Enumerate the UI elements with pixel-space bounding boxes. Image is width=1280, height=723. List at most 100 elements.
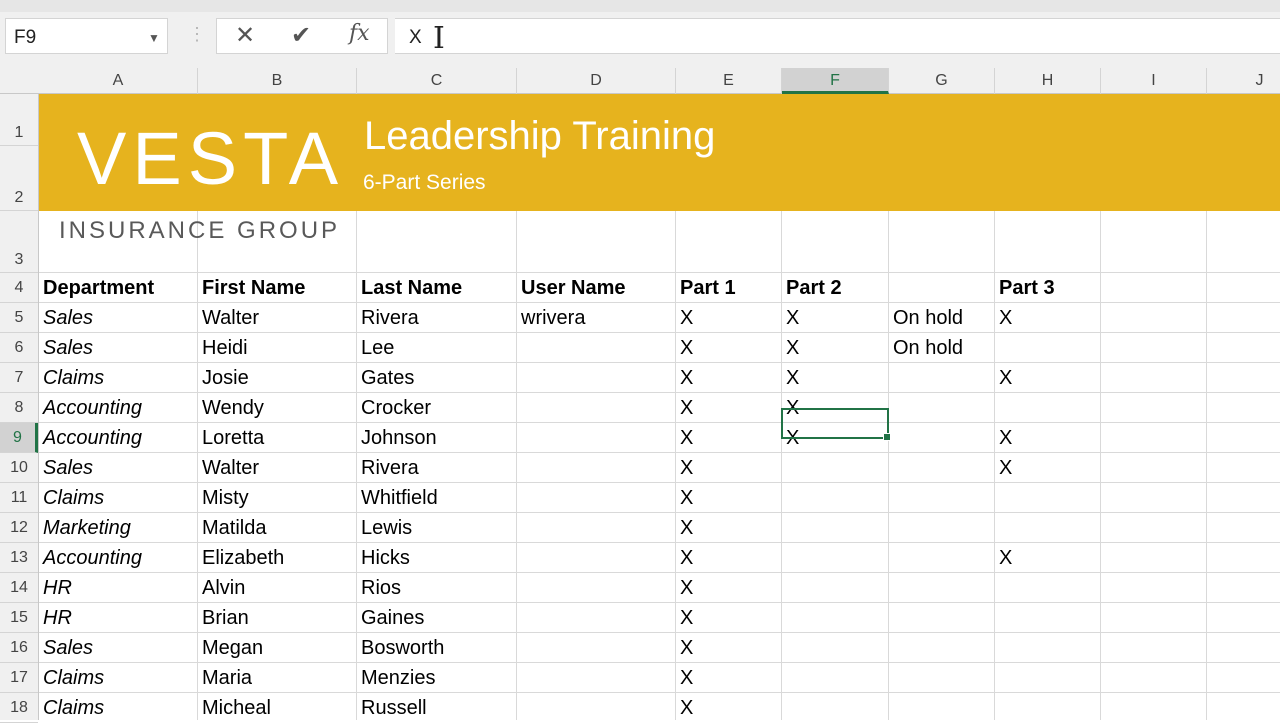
cell-b11[interactable]: Misty [202, 483, 249, 513]
cell-a17[interactable]: Claims [43, 663, 104, 693]
cell-a14[interactable]: HR [43, 573, 72, 603]
chevron-down-icon[interactable]: ▼ [148, 31, 160, 45]
cell-h5[interactable]: X [999, 303, 1012, 333]
cell-h13[interactable]: X [999, 543, 1012, 573]
cell-e9[interactable]: X [680, 423, 693, 453]
cell-b8[interactable]: Wendy [202, 393, 264, 423]
row-header-16[interactable]: 16 [0, 633, 38, 663]
cell-c11[interactable]: Whitfield [361, 483, 438, 513]
grip-icon[interactable]: ⋮ [188, 24, 206, 45]
cell-c14[interactable]: Rios [361, 573, 401, 603]
cell-e7[interactable]: X [680, 363, 693, 393]
cell-e17[interactable]: X [680, 663, 693, 693]
column-header-a[interactable]: A [39, 68, 198, 94]
cell-a16[interactable]: Sales [43, 633, 93, 663]
cell-c8[interactable]: Crocker [361, 393, 431, 423]
cell-b5[interactable]: Walter [202, 303, 259, 333]
cell-h7[interactable]: X [999, 363, 1012, 393]
cell-a8[interactable]: Accounting [43, 393, 142, 423]
cell-g6[interactable]: On hold [893, 333, 963, 363]
cell-e6[interactable]: X [680, 333, 693, 363]
cell-d5[interactable]: wrivera [521, 303, 585, 333]
row-header-3[interactable]: 3 [0, 211, 38, 273]
column-header-g[interactable]: G [889, 68, 995, 94]
cell-b18[interactable]: Micheal [202, 693, 271, 720]
row-header-9[interactable]: 9 [0, 423, 38, 453]
row-header-1[interactable]: 1 [0, 94, 38, 146]
worksheet-grid[interactable]: VESTA Leadership Training 6-Part Series … [39, 94, 1280, 720]
cell-e11[interactable]: X [680, 483, 693, 513]
cell-a6[interactable]: Sales [43, 333, 93, 363]
cell-d4[interactable]: User Name [521, 273, 626, 303]
insert-function-icon[interactable]: fx [349, 21, 370, 46]
cell-f5[interactable]: X [786, 303, 799, 333]
fill-handle[interactable] [883, 433, 891, 441]
cell-e8[interactable]: X [680, 393, 693, 423]
row-header-10[interactable]: 10 [0, 453, 38, 483]
cell-c18[interactable]: Russell [361, 693, 427, 720]
row-header-7[interactable]: 7 [0, 363, 38, 393]
formula-input[interactable]: X I [395, 18, 1280, 56]
column-header-e[interactable]: E [676, 68, 782, 94]
cell-a9[interactable]: Accounting [43, 423, 142, 453]
cell-c17[interactable]: Menzies [361, 663, 435, 693]
cell-h10[interactable]: X [999, 453, 1012, 483]
cell-b9[interactable]: Loretta [202, 423, 264, 453]
cell-c7[interactable]: Gates [361, 363, 414, 393]
cell-b4[interactable]: First Name [202, 273, 305, 303]
cell-b13[interactable]: Elizabeth [202, 543, 284, 573]
cell-c4[interactable]: Last Name [361, 273, 462, 303]
row-header-8[interactable]: 8 [0, 393, 38, 423]
column-header-c[interactable]: C [357, 68, 517, 94]
cell-c9[interactable]: Johnson [361, 423, 437, 453]
name-box[interactable]: F9 ▼ [5, 18, 168, 54]
cell-e10[interactable]: X [680, 453, 693, 483]
row-header-12[interactable]: 12 [0, 513, 38, 543]
cell-a5[interactable]: Sales [43, 303, 93, 333]
cell-e12[interactable]: X [680, 513, 693, 543]
cell-a4[interactable]: Department [43, 273, 154, 303]
cell-b6[interactable]: Heidi [202, 333, 248, 363]
cell-c5[interactable]: Rivera [361, 303, 419, 333]
column-header-f[interactable]: F [782, 68, 889, 94]
column-header-h[interactable]: H [995, 68, 1101, 94]
cell-b12[interactable]: Matilda [202, 513, 266, 543]
row-header-17[interactable]: 17 [0, 663, 38, 693]
cell-a10[interactable]: Sales [43, 453, 93, 483]
row-header-13[interactable]: 13 [0, 543, 38, 573]
row-header-4[interactable]: 4 [0, 273, 38, 303]
cell-f4[interactable]: Part 2 [786, 273, 842, 303]
column-header-j[interactable]: J [1207, 68, 1280, 94]
column-header-b[interactable]: B [198, 68, 357, 94]
cell-e14[interactable]: X [680, 573, 693, 603]
cell-e16[interactable]: X [680, 633, 693, 663]
cell-c15[interactable]: Gaines [361, 603, 424, 633]
cell-c6[interactable]: Lee [361, 333, 394, 363]
cell-b14[interactable]: Alvin [202, 573, 245, 603]
cell-e15[interactable]: X [680, 603, 693, 633]
cell-b10[interactable]: Walter [202, 453, 259, 483]
row-header-14[interactable]: 14 [0, 573, 38, 603]
cell-a15[interactable]: HR [43, 603, 72, 633]
cell-e5[interactable]: X [680, 303, 693, 333]
cell-c12[interactable]: Lewis [361, 513, 412, 543]
cell-b7[interactable]: Josie [202, 363, 249, 393]
row-header-6[interactable]: 6 [0, 333, 38, 363]
cell-e4[interactable]: Part 1 [680, 273, 736, 303]
cell-a7[interactable]: Claims [43, 363, 104, 393]
cell-a12[interactable]: Marketing [43, 513, 131, 543]
row-header-18[interactable]: 18 [0, 693, 38, 723]
cell-b17[interactable]: Maria [202, 663, 252, 693]
row-header-2[interactable]: 2 [0, 146, 38, 211]
cell-e18[interactable]: X [680, 693, 693, 720]
row-header-11[interactable]: 11 [0, 483, 38, 513]
cell-b16[interactable]: Megan [202, 633, 263, 663]
cell-h4[interactable]: Part 3 [999, 273, 1055, 303]
row-header-15[interactable]: 15 [0, 603, 38, 633]
cell-e13[interactable]: X [680, 543, 693, 573]
cancel-icon[interactable]: ✕ [235, 21, 255, 50]
cell-a18[interactable]: Claims [43, 693, 104, 720]
cell-b15[interactable]: Brian [202, 603, 249, 633]
cell-h9[interactable]: X [999, 423, 1012, 453]
cell-f6[interactable]: X [786, 333, 799, 363]
